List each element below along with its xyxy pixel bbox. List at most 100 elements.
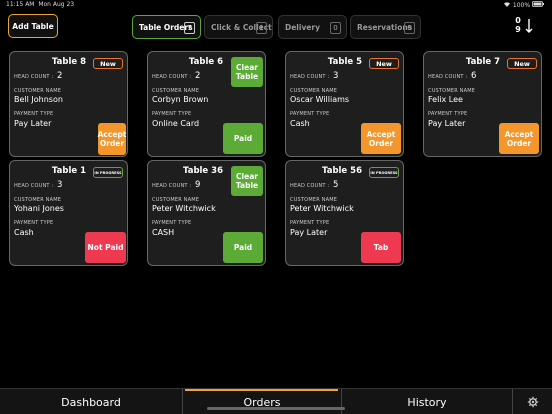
- clear-table-button[interactable]: Clear Table: [231, 57, 263, 87]
- status-bar: 11:15 AM Mon Aug 23 100%: [0, 0, 552, 10]
- card-title: Table 1: [51, 166, 86, 176]
- status-date-text: Mon Aug 23: [38, 1, 75, 8]
- head-count-label: HEAD COUNT :: [152, 183, 192, 189]
- customer-name-label: CUSTOMER NAME: [290, 88, 338, 94]
- customer-name: Felix Lee: [428, 95, 463, 104]
- sort-digit-bottom: 9: [515, 25, 521, 34]
- order-card[interactable]: Table 1 IN PROGRESS HEAD COUNT : 3 CUSTO…: [9, 160, 128, 266]
- order-card[interactable]: Table 5 New HEAD COUNT : 3 CUSTOMER NAME…: [285, 51, 404, 157]
- head-count-value: 9: [195, 180, 201, 190]
- payment-type: Pay Later: [428, 119, 466, 128]
- card-title: Table 7: [465, 57, 500, 67]
- payment-type-label: PAYMENT TYPE: [152, 111, 192, 117]
- down-arrow-icon: [525, 19, 533, 33]
- tab-button[interactable]: Tab: [361, 232, 401, 263]
- battery-icon: [532, 1, 544, 9]
- tab-count: 0: [330, 22, 341, 34]
- tab-click-collect[interactable]: Click & Collect 1: [204, 15, 273, 39]
- head-count-label: HEAD COUNT :: [14, 74, 54, 80]
- payment-type-label: PAYMENT TYPE: [428, 111, 468, 117]
- gear-icon: [527, 396, 538, 408]
- customer-name: Yohani Jones: [14, 204, 64, 213]
- customer-name: Peter Witchwick: [290, 204, 354, 213]
- nav-history[interactable]: History: [342, 389, 512, 414]
- payment-type-label: PAYMENT TYPE: [14, 111, 54, 117]
- customer-name-label: CUSTOMER NAME: [152, 88, 200, 94]
- tab-label: Delivery: [285, 22, 321, 32]
- home-indicator: [207, 407, 345, 410]
- head-count-value: 3: [333, 71, 339, 81]
- order-card[interactable]: Table 8 New HEAD COUNT : 2 CUSTOMER NAME…: [9, 51, 128, 157]
- sort-digit-top: 0: [515, 16, 521, 25]
- card-title: Table 6: [188, 57, 223, 67]
- status-badge: New: [369, 58, 399, 69]
- status-badge: New: [93, 58, 123, 69]
- tab-delivery[interactable]: Delivery 0: [278, 15, 347, 39]
- order-card[interactable]: Table 6 Clear Table HEAD COUNT : 2 CUSTO…: [147, 51, 266, 157]
- head-count-label: HEAD COUNT :: [290, 74, 330, 80]
- tab-count: 0: [404, 22, 415, 34]
- status-badge: IN PROGRESS: [93, 167, 123, 178]
- customer-name: Oscar Williams: [290, 95, 350, 104]
- tab-reservations[interactable]: Reservations 0: [350, 15, 421, 39]
- head-count-value: 3: [57, 180, 63, 190]
- payment-type: Cash: [14, 228, 34, 237]
- customer-name-label: CUSTOMER NAME: [14, 88, 62, 94]
- payment-type: Pay Later: [14, 119, 52, 128]
- card-title: Table 8: [51, 57, 86, 67]
- payment-type: Online Card: [152, 119, 200, 128]
- nav-orders[interactable]: Orders: [183, 389, 341, 414]
- accept-order-button[interactable]: Accept Order: [499, 123, 539, 154]
- head-count-value: 2: [195, 71, 201, 81]
- payment-type-label: PAYMENT TYPE: [14, 220, 54, 226]
- tab-count: 7: [184, 22, 195, 34]
- head-count-label: HEAD COUNT :: [290, 183, 330, 189]
- status-time-text: 11:15 AM: [6, 1, 35, 8]
- card-title: Table 36: [183, 166, 223, 176]
- sort-icon[interactable]: 0 9: [514, 16, 536, 38]
- status-time: 11:15 AM Mon Aug 23: [6, 1, 74, 8]
- wifi-icon: [503, 2, 513, 9]
- not-paid-button[interactable]: Not Paid: [85, 232, 126, 263]
- head-count-label: HEAD COUNT :: [428, 74, 468, 80]
- add-table-button[interactable]: Add Table: [8, 14, 58, 38]
- payment-type: CASH: [152, 228, 175, 237]
- payment-type-label: PAYMENT TYPE: [290, 220, 330, 226]
- head-count-value: 6: [471, 71, 477, 81]
- nav-dashboard[interactable]: Dashboard: [0, 389, 182, 414]
- order-card[interactable]: Table 36 Clear Table HEAD COUNT : 9 CUST…: [147, 160, 266, 266]
- bottom-nav: Dashboard Orders History: [0, 388, 552, 414]
- paid-button[interactable]: Paid: [223, 123, 263, 154]
- customer-name: Corbyn Brown: [152, 95, 209, 104]
- order-card[interactable]: Table 56 IN PROGRESS HEAD COUNT : 5 CUST…: [285, 160, 404, 266]
- status-badge: IN PROGRESS: [369, 167, 399, 178]
- clear-table-button[interactable]: Clear Table: [231, 166, 263, 196]
- customer-name-label: CUSTOMER NAME: [290, 197, 338, 203]
- nav-active-indicator: [185, 389, 338, 391]
- customer-name-label: CUSTOMER NAME: [428, 88, 476, 94]
- status-indicators: 100%: [503, 1, 544, 9]
- customer-name-label: CUSTOMER NAME: [152, 197, 200, 203]
- tab-count: 1: [256, 22, 267, 34]
- tab-table-orders[interactable]: Table Orders 7: [132, 15, 201, 39]
- status-badge: New: [507, 58, 537, 69]
- card-title: Table 5: [327, 57, 362, 67]
- head-count-value: 5: [333, 180, 339, 190]
- paid-button[interactable]: Paid: [223, 232, 263, 263]
- head-count-value: 2: [57, 71, 63, 81]
- customer-name: Peter Witchwick: [152, 204, 216, 213]
- payment-type-label: PAYMENT TYPE: [152, 220, 192, 226]
- customer-name-label: CUSTOMER NAME: [14, 197, 62, 203]
- payment-type: Pay Later: [290, 228, 328, 237]
- payment-type-label: PAYMENT TYPE: [290, 111, 330, 117]
- order-card[interactable]: Table 7 New HEAD COUNT : 6 CUSTOMER NAME…: [423, 51, 542, 157]
- head-count-label: HEAD COUNT :: [14, 183, 54, 189]
- card-title: Table 56: [322, 166, 362, 176]
- accept-order-button[interactable]: Accept Order: [98, 123, 126, 155]
- customer-name: Bell Johnson: [14, 95, 63, 104]
- payment-type: Cash: [290, 119, 310, 128]
- head-count-label: HEAD COUNT :: [152, 74, 192, 80]
- settings-icon[interactable]: [513, 389, 552, 414]
- accept-order-button[interactable]: Accept Order: [361, 123, 401, 154]
- sort-digits: 0 9: [514, 16, 522, 34]
